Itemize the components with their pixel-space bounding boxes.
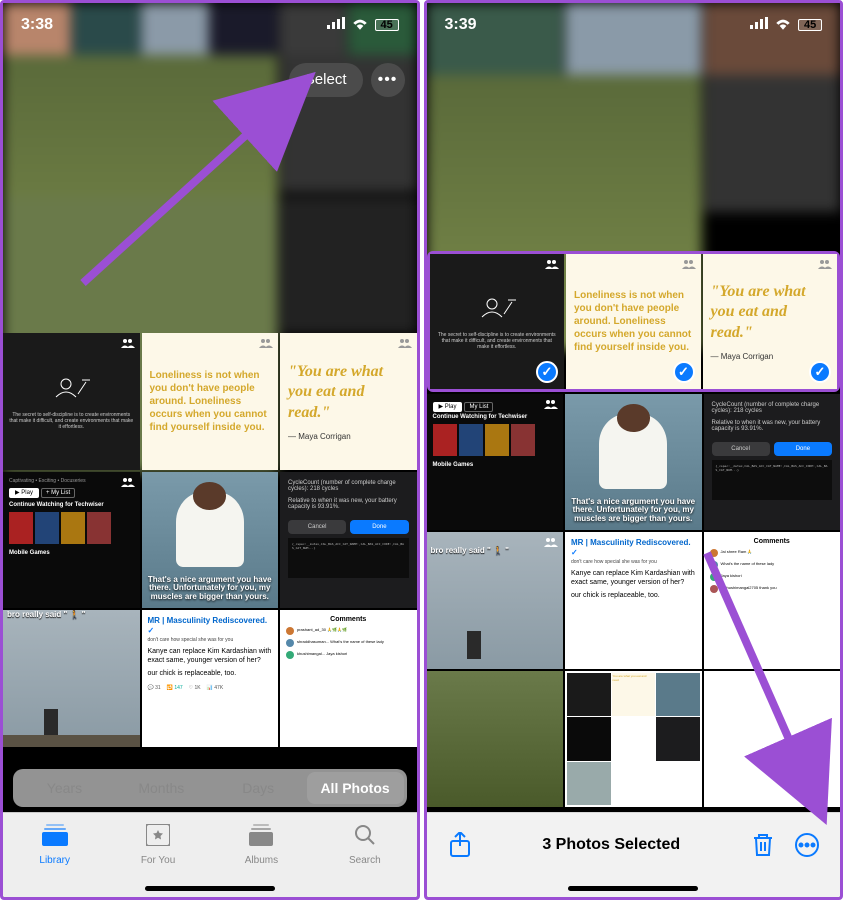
photo-thumb[interactable]: bro really said " 🚶 " bbox=[3, 610, 140, 747]
signal-icon bbox=[750, 16, 768, 35]
tab-foryou[interactable]: For You bbox=[106, 813, 209, 877]
photo-thumb-selected[interactable]: "You are what you eat and read." — Maya … bbox=[703, 254, 838, 389]
library-icon bbox=[42, 824, 68, 852]
selection-count: 3 Photos Selected bbox=[542, 836, 680, 854]
albums-icon bbox=[249, 824, 273, 852]
tab-library[interactable]: Library bbox=[3, 813, 106, 877]
signal-icon bbox=[327, 16, 345, 35]
segment-all-photos[interactable]: All Photos bbox=[307, 772, 404, 804]
photo-thumb[interactable]: CycleCount (number of complete charge cy… bbox=[280, 472, 417, 609]
status-bar: 3:38 45 bbox=[3, 3, 417, 47]
photo-thumb-selected[interactable]: The secret to self-discipline is to crea… bbox=[430, 254, 565, 389]
photo-thumb[interactable]: "You are what you eat and read." — Maya … bbox=[280, 333, 417, 470]
annotation-arrow bbox=[73, 73, 333, 298]
photo-thumb[interactable] bbox=[427, 671, 564, 808]
time-segmented-control: Years Months Days All Photos bbox=[13, 769, 407, 807]
battery-icon: 45 bbox=[375, 19, 399, 31]
wifi-icon bbox=[351, 16, 369, 35]
photo-thumb[interactable]: MR | Masculinity Rediscovered. ✓ don't c… bbox=[142, 610, 279, 747]
battery-icon: 45 bbox=[798, 19, 822, 31]
shared-icon bbox=[682, 259, 696, 271]
selected-photos-row: The secret to self-discipline is to crea… bbox=[427, 251, 841, 392]
tab-albums[interactable]: Albums bbox=[210, 813, 313, 877]
shared-icon bbox=[398, 338, 412, 350]
shared-icon bbox=[545, 259, 559, 271]
annotation-arrow bbox=[697, 543, 843, 838]
shared-icon bbox=[121, 477, 135, 489]
home-indicator[interactable] bbox=[145, 886, 275, 891]
status-bar: 3:39 45 bbox=[427, 3, 841, 47]
photo-thumb[interactable]: MR | Masculinity Rediscovered. ✓ don't c… bbox=[565, 532, 702, 669]
photo-thumb[interactable]: CycleCount (number of complete charge cy… bbox=[704, 394, 841, 531]
segment-days[interactable]: Days bbox=[210, 772, 307, 804]
tab-search[interactable]: Search bbox=[313, 813, 416, 877]
photo-thumb[interactable]: You are what you eat and read. bbox=[565, 671, 702, 808]
shared-icon bbox=[818, 259, 832, 271]
photo-thumb[interactable]: Comments prashant_ad_30 🙏🌿🙏🌿 shraddhasum… bbox=[280, 610, 417, 747]
status-right: 45 bbox=[327, 16, 399, 35]
photo-thumb[interactable]: The secret to self-discipline is to crea… bbox=[3, 333, 140, 470]
photo-thumb-selected[interactable]: Loneliness is not when you don't have pe… bbox=[566, 254, 701, 389]
shared-icon bbox=[121, 338, 135, 350]
clock: 3:39 bbox=[445, 16, 477, 34]
check-icon: ✓ bbox=[536, 361, 558, 383]
share-button[interactable] bbox=[447, 832, 473, 858]
check-icon: ✓ bbox=[809, 361, 831, 383]
shared-icon bbox=[544, 537, 558, 549]
screenshot-right: 3:39 45 The secret to sel bbox=[424, 0, 843, 900]
segment-months[interactable]: Months bbox=[113, 772, 210, 804]
visible-photos: The secret to self-discipline is to crea… bbox=[3, 333, 417, 757]
status-right: 45 bbox=[750, 16, 822, 35]
screenshot-left: 3:38 45 bbox=[0, 0, 420, 900]
wifi-icon bbox=[774, 16, 792, 35]
home-indicator[interactable] bbox=[568, 886, 698, 891]
check-icon: ✓ bbox=[673, 361, 695, 383]
more-button[interactable]: ••• bbox=[371, 63, 405, 97]
photo-thumb[interactable]: That's a nice argument you have there. U… bbox=[565, 394, 702, 531]
photo-thumb[interactable]: That's a nice argument you have there. U… bbox=[142, 472, 279, 609]
photo-thumb[interactable]: ▶ PlayMy List Continue Watching for Tech… bbox=[427, 394, 564, 531]
shared-icon bbox=[544, 399, 558, 411]
photo-thumb[interactable]: Loneliness is not when you don't have pe… bbox=[142, 333, 279, 470]
photo-thumb[interactable]: Captivating • Exciting • Docuseries ▶ Pl… bbox=[3, 472, 140, 609]
tab-bar: Library For You Albums Search bbox=[3, 812, 417, 897]
foryou-icon bbox=[146, 824, 170, 852]
search-icon bbox=[354, 824, 376, 852]
segment-years[interactable]: Years bbox=[16, 772, 113, 804]
clock: 3:38 bbox=[21, 16, 53, 34]
shared-icon bbox=[259, 338, 273, 350]
photo-thumb[interactable]: bro really said " 🚶 " bbox=[427, 532, 564, 669]
